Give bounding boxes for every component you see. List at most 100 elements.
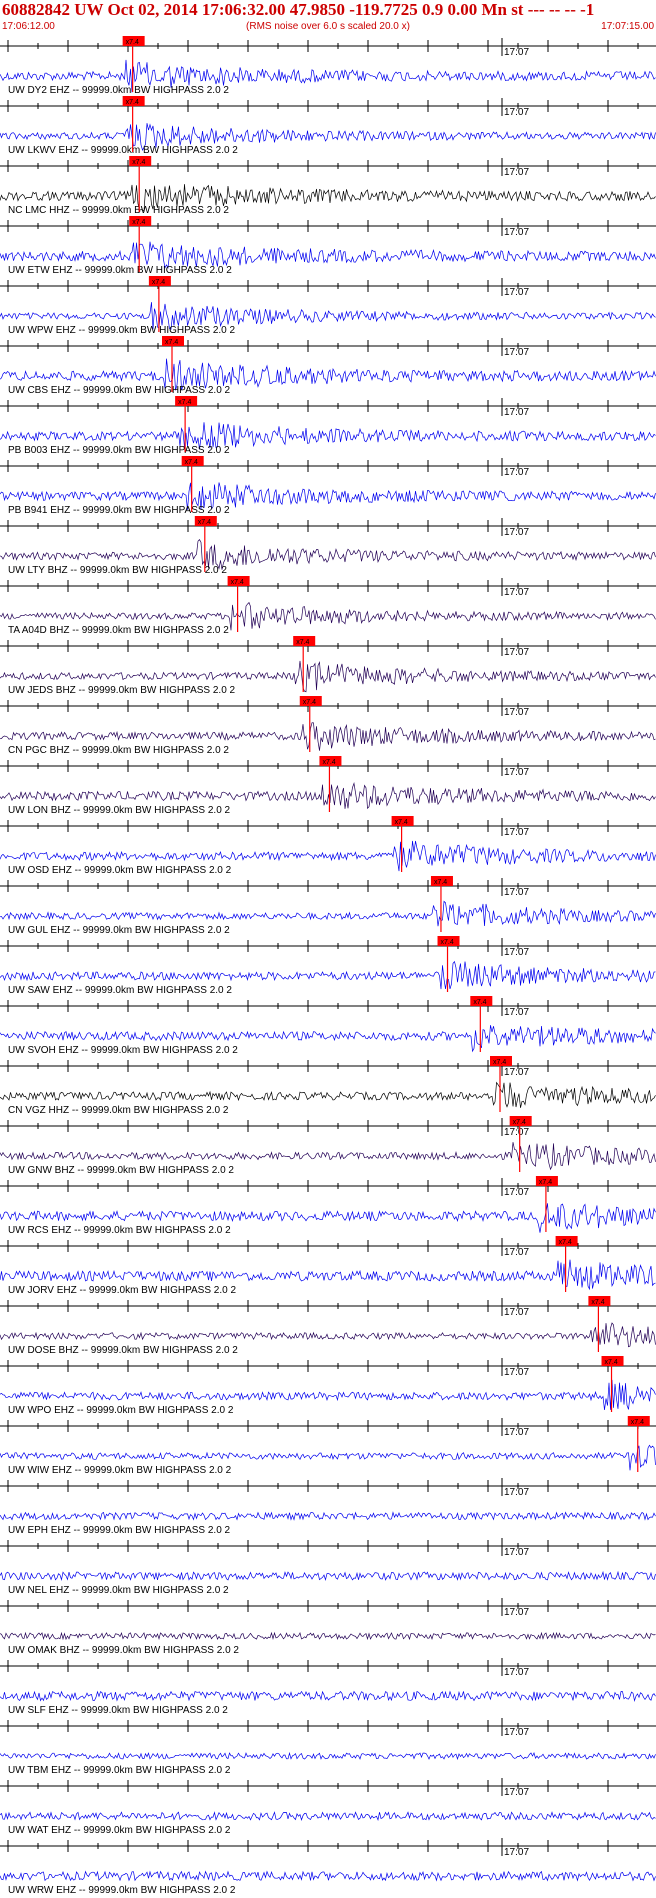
trace-row: 17:07 UW JORV EHZ -- 99999.0km BW HIGHPAS…	[0, 1236, 656, 1296]
trace-row: 17:07 UW WAT EHZ -- 99999.0km BW HIGHPASS…	[0, 1778, 656, 1836]
station-label: UW RCS EHZ -- 99999.0km BW HIGHPASS 2.0 …	[8, 1225, 231, 1236]
pick-label: x7.4	[473, 999, 486, 1006]
trace-row: 17:07 PB B941 EHZ -- 99999.0km BW HIGHPAS…	[0, 456, 656, 516]
pick-label: x7.4	[322, 759, 335, 766]
trace-row: 17:07 UW GUL EHZ -- 99999.0km BW HIGHPASS…	[0, 876, 656, 936]
trace-row: 17:07 UW EPH EHZ -- 99999.0km BW HIGHPASS…	[0, 1478, 656, 1536]
trace-row: 17:07 UW TBM EHZ -- 99999.0km BW HIGHPASS…	[0, 1718, 656, 1776]
trace-row: 17:07 UW GNW BHZ -- 99999.0km BW HIGHPASS…	[0, 1116, 656, 1176]
minute-marker-label: 17:07	[504, 587, 529, 598]
pick-label: x7.4	[126, 39, 139, 46]
waveform	[0, 1870, 656, 1882]
station-label: UW CBS EHZ -- 99999.0km BW HIGHPASS 2.0 …	[8, 385, 231, 396]
station-label: UW SLF EHZ -- 99999.0km BW HIGHPASS 2.0 …	[8, 1705, 228, 1716]
minute-marker-label: 17:07	[504, 227, 529, 238]
station-label: UW OMAK BHZ -- 99999.0km BW HIGHPASS 2.0…	[8, 1645, 239, 1656]
pick-label: x7.4	[126, 99, 139, 106]
trace-row: 17:07 UW OSD EHZ -- 99999.0km BW HIGHPASS…	[0, 816, 656, 876]
station-label: UW DOSE BHZ -- 99999.0km BW HIGHPASS 2.0…	[8, 1345, 238, 1356]
pick-label: x7.4	[165, 339, 178, 346]
trace-row: 17:07 UW NEL EHZ -- 99999.0km BW HIGHPASS…	[0, 1538, 656, 1596]
pick-label: x7.4	[185, 459, 198, 466]
pick-label: x7.4	[303, 699, 316, 706]
minute-marker-label: 17:07	[504, 767, 529, 778]
station-label: CN PGC BHZ -- 99999.0km BW HIGHPASS 2.0 …	[8, 745, 229, 756]
minute-marker-label: 17:07	[504, 527, 529, 538]
pick-label: x7.4	[559, 1239, 572, 1246]
waveform	[0, 1570, 656, 1581]
trace-row: 17:07 PB B003 EHZ -- 99999.0km BW HIGHPAS…	[0, 396, 656, 456]
station-label: UW LTY BHZ -- 99999.0km BW HIGHPASS 2.0 …	[8, 565, 227, 576]
minute-marker-label: 17:07	[504, 707, 529, 718]
rms-noise-note: (RMS noise over 6.0 s scaled 20.0 x)	[246, 21, 410, 32]
minute-marker-label: 17:07	[504, 167, 529, 178]
minute-marker-label: 17:07	[504, 1667, 529, 1678]
waveform	[0, 1511, 656, 1521]
minute-marker-label: 17:07	[504, 287, 529, 298]
station-label: UW WAT EHZ -- 99999.0km BW HIGHPASS 2.0 …	[8, 1825, 231, 1836]
minute-marker-label: 17:07	[504, 467, 529, 478]
minute-marker-label: 17:07	[504, 1547, 529, 1558]
trace-row: 17:07 UW SVOH EHZ -- 99999.0km BW HIGHPAS…	[0, 996, 656, 1056]
minute-marker-label: 17:07	[504, 47, 529, 58]
trace-row: 17:07 UW WPW EHZ -- 99999.0km BW HIGHPASS…	[0, 276, 656, 336]
station-label: UW GUL EHZ -- 99999.0km BW HIGHPASS 2.0 …	[8, 925, 230, 936]
trace-row: 17:07 UW LON BHZ -- 99999.0km BW HIGHPASS…	[0, 756, 656, 816]
station-label: UW WRW EHZ -- 99999.0km BW HIGHPASS 2.0 …	[8, 1885, 236, 1896]
pick-label: x7.4	[152, 279, 165, 286]
trace-row: 17:07 UW WIW EHZ -- 99999.0km BW HIGHPASS…	[0, 1416, 656, 1476]
minute-marker-label: 17:07	[504, 827, 529, 838]
seismogram-panel: 17:07 UW DY2 EHZ -- 99999.0km BW HIGHPASS…	[0, 36, 656, 1896]
minute-marker-label: 17:07	[504, 1307, 529, 1318]
pick-label: x7.4	[493, 1059, 506, 1066]
trace-row: 17:07 NC LMC HHZ -- 99999.0km BW HIGHPASS…	[0, 156, 656, 216]
station-label: UW JORV EHZ -- 99999.0km BW HIGHPASS 2.0…	[8, 1285, 236, 1296]
trace-row: 17:07 UW LTY BHZ -- 99999.0km BW HIGHPASS…	[0, 516, 656, 576]
trace-row: 17:07 UW ETW EHZ -- 99999.0km BW HIGHPASS…	[0, 216, 656, 276]
station-label: UW JEDS BHZ -- 99999.0km BW HIGHPASS 2.0…	[8, 685, 236, 696]
minute-marker-label: 17:07	[504, 1187, 529, 1198]
pick-label: x7.4	[631, 1419, 644, 1426]
station-label: UW WPW EHZ -- 99999.0km BW HIGHPASS 2.0 …	[8, 325, 236, 336]
trace-row: 17:07 UW SLF EHZ -- 99999.0km BW HIGHPASS…	[0, 1658, 656, 1716]
station-label: UW SAW EHZ -- 99999.0km BW HIGHPASS 2.0 …	[8, 985, 232, 996]
station-label: CN VGZ HHZ -- 99999.0km BW HIGHPASS 2.0 …	[8, 1105, 229, 1116]
waveform	[0, 1811, 656, 1821]
minute-marker-label: 17:07	[504, 887, 529, 898]
minute-marker-label: 17:07	[504, 1427, 529, 1438]
header: 60882842 UW Oct 02, 2014 17:06:32.00 47.…	[0, 0, 656, 36]
trace-row: 17:07 CN PGC BHZ -- 99999.0km BW HIGHPASS…	[0, 696, 656, 756]
station-label: UW WIW EHZ -- 99999.0km BW HIGHPASS 2.0 …	[8, 1465, 232, 1476]
minute-marker-label: 17:07	[504, 1127, 529, 1138]
trace-row: 17:07 CN VGZ HHZ -- 99999.0km BW HIGHPASS…	[0, 1056, 656, 1116]
trace-row: 17:07 UW RCS EHZ -- 99999.0km BW HIGHPASS…	[0, 1176, 656, 1236]
minute-marker-label: 17:07	[504, 1487, 529, 1498]
minute-marker-label: 17:07	[504, 1607, 529, 1618]
pick-label: x7.4	[231, 579, 244, 586]
pick-label: x7.4	[441, 939, 454, 946]
station-label: UW GNW BHZ -- 99999.0km BW HIGHPASS 2.0 …	[8, 1165, 234, 1176]
trace-row: 17:07 UW CBS EHZ -- 99999.0km BW HIGHPASS…	[0, 336, 656, 396]
station-label: UW NEL EHZ -- 99999.0km BW HIGHPASS 2.0 …	[8, 1585, 229, 1596]
pick-label: x7.4	[296, 639, 309, 646]
station-label: UW DY2 EHZ -- 99999.0km BW HIGHPASS 2.0 …	[8, 85, 229, 96]
trace-row: 17:07 UW OMAK BHZ -- 99999.0km BW HIGHPAS…	[0, 1598, 656, 1656]
pick-label: x7.4	[395, 819, 408, 826]
pick-label: x7.4	[513, 1119, 526, 1126]
minute-marker-label: 17:07	[504, 1787, 529, 1798]
minute-marker-label: 17:07	[504, 1727, 529, 1738]
end-time-label: 17:07:15.00	[601, 21, 654, 32]
minute-marker-label: 17:07	[504, 1367, 529, 1378]
minute-marker-label: 17:07	[504, 947, 529, 958]
waveform	[0, 900, 656, 927]
minute-marker-label: 17:07	[504, 1247, 529, 1258]
pick-label: x7.4	[132, 159, 145, 166]
trace-row: 17:07 UW SAW EHZ -- 99999.0km BW HIGHPASS…	[0, 936, 656, 996]
station-label: NC LMC HHZ -- 99999.0km BW HIGHPASS 2.0 …	[8, 205, 229, 216]
station-label: UW EPH EHZ -- 99999.0km BW HIGHPASS 2.0 …	[8, 1525, 231, 1536]
event-title: 60882842 UW Oct 02, 2014 17:06:32.00 47.…	[2, 0, 595, 19]
trace-row: 17:07 UW DOSE BHZ -- 99999.0km BW HIGHPAS…	[0, 1296, 656, 1356]
station-label: UW ETW EHZ -- 99999.0km BW HIGHPASS 2.0 …	[8, 265, 232, 276]
minute-marker-label: 17:07	[504, 107, 529, 118]
station-label: UW LKWV EHZ -- 99999.0km BW HIGHPASS 2.0…	[8, 145, 238, 156]
